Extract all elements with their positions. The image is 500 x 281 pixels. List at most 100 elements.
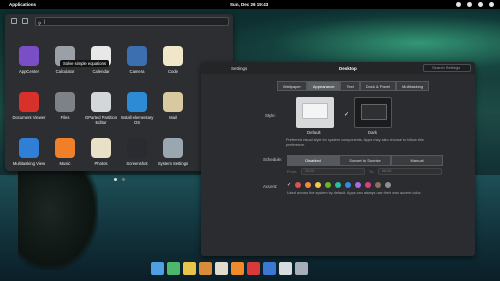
- app-label: System Settings: [157, 161, 189, 166]
- dock-app-icon[interactable]: [247, 262, 260, 275]
- dock-app-icon[interactable]: [231, 262, 244, 275]
- app-launcher[interactable]: AppCenter: [11, 46, 47, 86]
- style-default-option[interactable]: [296, 97, 334, 128]
- app-launcher[interactable]: Code: [155, 46, 191, 86]
- app-launcher[interactable]: Screenshot: [119, 138, 155, 178]
- tab-appearance[interactable]: Appearance: [306, 81, 341, 91]
- app-launcher[interactable]: Document Viewer: [11, 92, 47, 132]
- schedule-sunset[interactable]: Sunset to Sunrise: [339, 155, 391, 166]
- dock-app-icon[interactable]: [263, 262, 276, 275]
- app-launcher[interactable]: System Settings: [155, 138, 191, 178]
- dock-app-icon[interactable]: [183, 262, 196, 275]
- schedule-times: From: 20:00 To: 06:00: [287, 168, 442, 175]
- desktop-tabs: Wallpaper Appearance Text Dock & Panel Multi…: [277, 81, 430, 91]
- notifications-icon[interactable]: [478, 2, 483, 7]
- category-view-icon[interactable]: [22, 18, 28, 24]
- accent-swatch[interactable]: [335, 182, 342, 188]
- app-launcher[interactable]: Camera: [119, 46, 155, 86]
- applications-menu-button[interactable]: Applications: [9, 2, 36, 7]
- app-label: AppCenter: [18, 69, 40, 74]
- app-label: Camera: [129, 69, 145, 74]
- window-title: Desktop: [339, 65, 357, 71]
- back-button[interactable]: Settings: [231, 66, 247, 71]
- page-dot-1[interactable]: [114, 178, 117, 181]
- accent-swatch[interactable]: [355, 182, 362, 188]
- app-label: Mail: [169, 115, 177, 120]
- app-launcher[interactable]: Files: [47, 92, 83, 132]
- style-default-label: Default: [307, 130, 321, 135]
- app-label: Document Viewer: [12, 115, 46, 120]
- dock-app-icon[interactable]: [167, 262, 180, 275]
- app-label: Music: [59, 161, 71, 166]
- app-launcher[interactable]: Music: [47, 138, 83, 178]
- system-tray: [456, 2, 494, 7]
- page-indicator: [114, 178, 125, 181]
- dock: [151, 262, 308, 275]
- app-icon: [127, 138, 147, 158]
- tab-wallpaper[interactable]: Wallpaper: [277, 81, 307, 91]
- accent-swatch[interactable]: [345, 182, 352, 188]
- app-icon: [19, 92, 39, 112]
- accent-description: Used across the system by default. Apps …: [287, 191, 422, 195]
- style-dark-option[interactable]: [354, 97, 392, 128]
- schedule-selector: Disabled Sunset to Sunrise Manual: [287, 155, 443, 166]
- accent-swatch[interactable]: [305, 182, 312, 188]
- app-launcher[interactable]: Install elementary OS: [119, 92, 155, 132]
- app-launcher[interactable]: Mail: [155, 92, 191, 132]
- app-launcher[interactable]: Multitasking View: [11, 138, 47, 178]
- schedule-manual[interactable]: Manual: [391, 155, 443, 166]
- checkmark-icon: ✓: [344, 112, 350, 118]
- dock-app-icon[interactable]: [199, 262, 212, 275]
- settings-search-input[interactable]: Search Settings: [423, 64, 471, 72]
- app-label: Install elementary OS: [120, 115, 154, 125]
- grid-view-icon[interactable]: [11, 18, 17, 24]
- accent-swatch[interactable]: [365, 182, 372, 188]
- accent-swatch[interactable]: [315, 182, 322, 188]
- sound-icon[interactable]: [467, 2, 472, 7]
- app-search-input[interactable]: ⚲ |: [35, 17, 229, 26]
- accent-swatch[interactable]: [375, 182, 382, 188]
- app-label: Photos: [94, 161, 108, 166]
- app-icon: [19, 46, 39, 66]
- selected-check-icon: ✓: [287, 182, 292, 188]
- panel-clock[interactable]: Sun, Dec 26 19:43: [230, 2, 268, 7]
- app-tooltip: Solve simple equations: [60, 60, 110, 67]
- app-icon: [55, 92, 75, 112]
- app-icon: [127, 92, 147, 112]
- top-panel: Applications Sun, Dec 26 19:43: [0, 0, 500, 9]
- dock-app-icon[interactable]: [215, 262, 228, 275]
- app-icon: [163, 46, 183, 66]
- app-label: GParted Partition Editor: [84, 115, 118, 125]
- app-label: Files: [60, 115, 70, 120]
- from-time-input[interactable]: 20:00: [300, 168, 365, 175]
- accent-swatches: ✓: [287, 182, 392, 188]
- network-icon[interactable]: [456, 2, 461, 7]
- to-time-input[interactable]: 06:00: [378, 168, 442, 175]
- app-launcher[interactable]: GParted Partition Editor: [83, 92, 119, 132]
- power-icon[interactable]: [489, 2, 494, 7]
- schedule-label: Schedule:: [263, 157, 283, 162]
- app-label: Screenshot: [126, 161, 148, 166]
- search-icon: ⚲: [38, 20, 42, 26]
- app-label: Calendar: [92, 69, 110, 74]
- dock-app-icon[interactable]: [279, 262, 292, 275]
- app-label: Code: [167, 69, 178, 74]
- app-icon: [163, 92, 183, 112]
- accent-swatch[interactable]: [325, 182, 332, 188]
- dock-app-icon[interactable]: [151, 262, 164, 275]
- app-icon: [91, 138, 111, 158]
- tab-dock-panel[interactable]: Dock & Panel: [359, 81, 397, 91]
- to-label: To:: [368, 169, 374, 174]
- accent-swatch[interactable]: [295, 182, 302, 188]
- schedule-disabled[interactable]: Disabled: [287, 155, 339, 166]
- tab-multitasking[interactable]: Multitasking: [396, 81, 430, 91]
- tab-text[interactable]: Text: [340, 81, 360, 91]
- page-dot-2[interactable]: [122, 178, 125, 181]
- app-grid: AppCenter Calculator Calendar Camera Code Doc…: [11, 46, 227, 178]
- accent-label: Accent:: [263, 184, 278, 189]
- app-icon: [127, 46, 147, 66]
- applications-menu: ⚲ | AppCenter Calculator Calendar Camera Cod…: [5, 14, 233, 181]
- accent-swatch[interactable]: [385, 182, 392, 188]
- app-launcher[interactable]: Photos: [83, 138, 119, 178]
- dock-app-icon[interactable]: [295, 262, 308, 275]
